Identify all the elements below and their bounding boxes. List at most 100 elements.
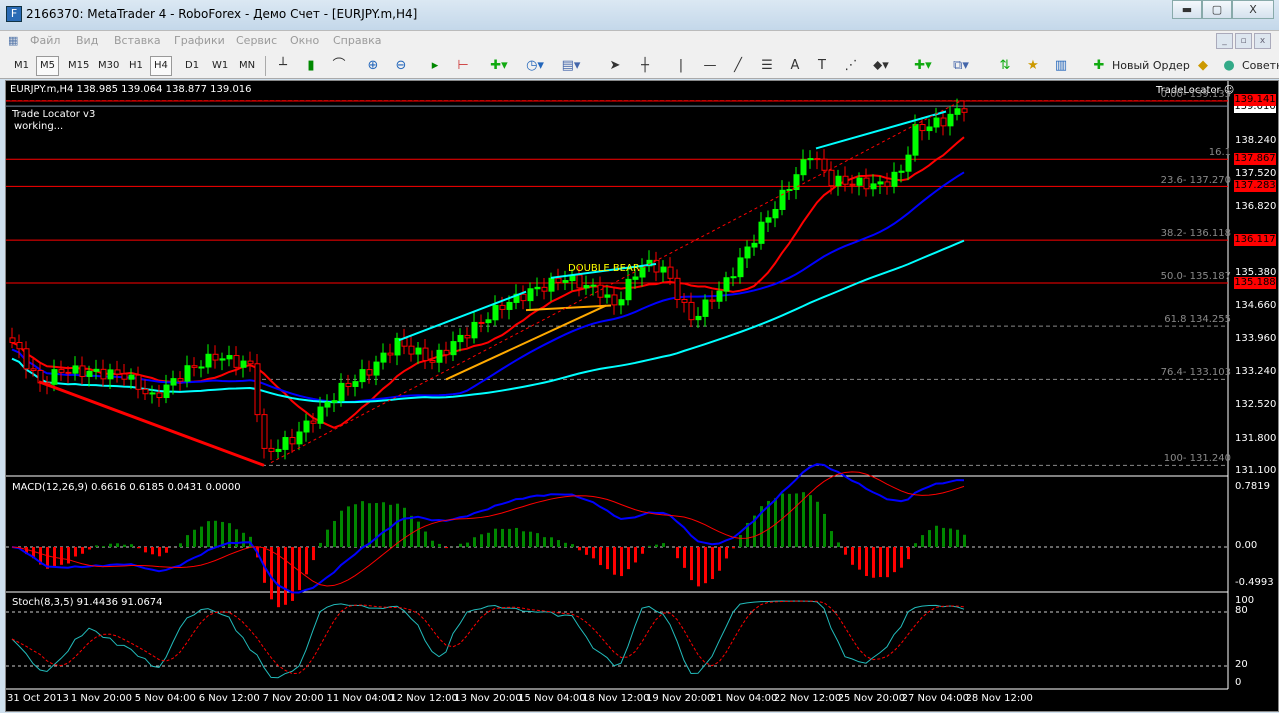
zoom-out-icon[interactable]: ⊖ <box>390 56 412 76</box>
menu-help[interactable]: Справка <box>333 34 381 47</box>
candle-body <box>457 334 464 343</box>
tf-mn[interactable]: MN <box>235 56 259 76</box>
zoom-in-icon[interactable]: ⊕ <box>362 56 384 76</box>
candle-body <box>898 170 905 173</box>
line-chart-icon[interactable]: ⌒ <box>328 56 350 76</box>
tf-w1[interactable]: W1 <box>208 56 232 76</box>
macd-histogram-bar <box>550 537 553 547</box>
macd-histogram-bar <box>683 547 686 568</box>
candle-body <box>163 384 170 399</box>
menu-view[interactable]: Вид <box>76 34 98 47</box>
candle-body <box>114 369 121 375</box>
macd-histogram-bar <box>963 534 966 547</box>
macd-histogram-bar <box>865 547 868 577</box>
time-axis-label: 19 Nov 20:00 <box>646 693 714 704</box>
horizontal-line-icon[interactable]: — <box>699 56 721 76</box>
autoscroll-icon[interactable]: ▸ <box>424 56 446 76</box>
indicator-axis-label: 0 <box>1235 677 1242 688</box>
crosshair-icon[interactable]: ┼ <box>634 56 656 76</box>
macd-histogram-bar <box>186 535 189 547</box>
tf-m15[interactable]: M15 <box>64 56 93 76</box>
cursor-icon[interactable]: ➤ <box>604 56 626 76</box>
candle-body <box>79 365 86 377</box>
macd-histogram-bar <box>515 527 518 547</box>
minimize-button[interactable]: ▬ <box>1172 0 1202 19</box>
candle-body <box>751 242 758 248</box>
candle-body <box>933 117 940 128</box>
candle-body <box>520 293 527 302</box>
chart-window-icon[interactable]: ▦ <box>8 34 18 47</box>
candle-body <box>422 347 429 361</box>
child-close-button[interactable]: x <box>1254 33 1271 49</box>
maximize-button[interactable]: ▢ <box>1202 0 1232 19</box>
macd-histogram-bar <box>116 543 119 547</box>
macd-histogram-bar <box>851 547 854 565</box>
trendline-icon[interactable]: ╱ <box>727 56 749 76</box>
expert-advisors-button[interactable]: Советники <box>1238 56 1279 76</box>
menu-charts[interactable]: Графики <box>174 34 225 47</box>
macd-histogram-bar <box>424 531 427 547</box>
menu-file[interactable]: Файл <box>30 34 60 47</box>
chart-window[interactable]: EURJPY.m,H4 138.985 139.064 138.877 139.… <box>5 80 1279 712</box>
candle-body <box>828 169 835 187</box>
tf-m30[interactable]: M30 <box>94 56 123 76</box>
market-watch-icon[interactable]: ⇅ <box>994 56 1016 76</box>
menu-window[interactable]: Окно <box>290 34 319 47</box>
candle-body <box>30 368 37 371</box>
candle-body <box>905 154 912 172</box>
warning-icon[interactable]: ◆ <box>1192 56 1214 76</box>
fibo-icon[interactable]: ☰ <box>756 56 778 76</box>
candle-body <box>177 378 184 382</box>
macd-histogram-bar <box>361 501 364 547</box>
candle-body <box>142 388 149 395</box>
macd-histogram-bar <box>340 510 343 547</box>
macd-histogram-bar <box>487 532 490 547</box>
macd-histogram-bar <box>529 531 532 547</box>
tf-d1[interactable]: D1 <box>181 56 203 76</box>
new-order-icon[interactable]: ✚ <box>1088 56 1110 76</box>
periods-icon[interactable]: ◷▾ <box>524 56 546 76</box>
expert-advisors-icon[interactable]: ● <box>1218 56 1240 76</box>
bar-chart-icon[interactable]: ┴ <box>272 56 294 76</box>
fib-level-label: 38.2- 136.118 <box>1160 228 1231 240</box>
macd-histogram-bar <box>676 547 679 559</box>
chart-canvas[interactable] <box>6 81 1278 711</box>
macd-histogram-bar <box>207 521 210 547</box>
tf-m1[interactable]: M1 <box>10 56 33 76</box>
navigator-icon[interactable]: ★ <box>1022 56 1044 76</box>
chart-shift-icon[interactable]: ⊢ <box>452 56 474 76</box>
macd-histogram-bar <box>837 542 840 547</box>
candle-body <box>429 359 436 363</box>
candle-body <box>940 117 947 127</box>
new-chart-icon[interactable]: ✚▾ <box>912 56 934 76</box>
profiles-icon[interactable]: ⧉▾ <box>950 56 972 76</box>
tf-h4[interactable]: H4 <box>150 56 172 76</box>
price-axis-label: 137.520 <box>1235 168 1277 180</box>
child-minimize-button[interactable]: _ <box>1216 33 1233 49</box>
indicators-icon[interactable]: ✚▾ <box>488 56 510 76</box>
candle-body <box>156 392 163 399</box>
fibo-fan-icon[interactable]: ⋰ <box>840 56 862 76</box>
terminal-icon[interactable]: ▥ <box>1050 56 1072 76</box>
child-restore-button[interactable]: ▫ <box>1235 33 1252 49</box>
new-order-button[interactable]: Новый Ордер <box>1108 56 1194 76</box>
menu-insert[interactable]: Вставка <box>114 34 161 47</box>
time-axis-label: 22 Nov 12:00 <box>773 693 842 704</box>
tf-h1[interactable]: H1 <box>125 56 147 76</box>
candle-body <box>723 277 730 292</box>
vertical-line-icon[interactable]: | <box>670 56 692 76</box>
macd-histogram-bar <box>473 537 476 547</box>
templates-icon[interactable]: ▤▾ <box>560 56 582 76</box>
close-button[interactable]: X <box>1232 0 1274 19</box>
text-icon[interactable]: A <box>784 56 806 76</box>
arrows-icon[interactable]: ⬥▾ <box>870 56 892 76</box>
candlestick-icon[interactable]: ▮ <box>300 56 322 76</box>
menu-tools[interactable]: Сервис <box>236 34 277 47</box>
candle-body <box>548 277 555 292</box>
macd-histogram-bar <box>823 513 826 547</box>
macd-histogram-bar <box>795 493 798 547</box>
candle-body <box>772 208 779 219</box>
tf-m5[interactable]: M5 <box>36 56 59 76</box>
candle-body <box>870 183 877 190</box>
text-label-icon[interactable]: T <box>811 56 833 76</box>
